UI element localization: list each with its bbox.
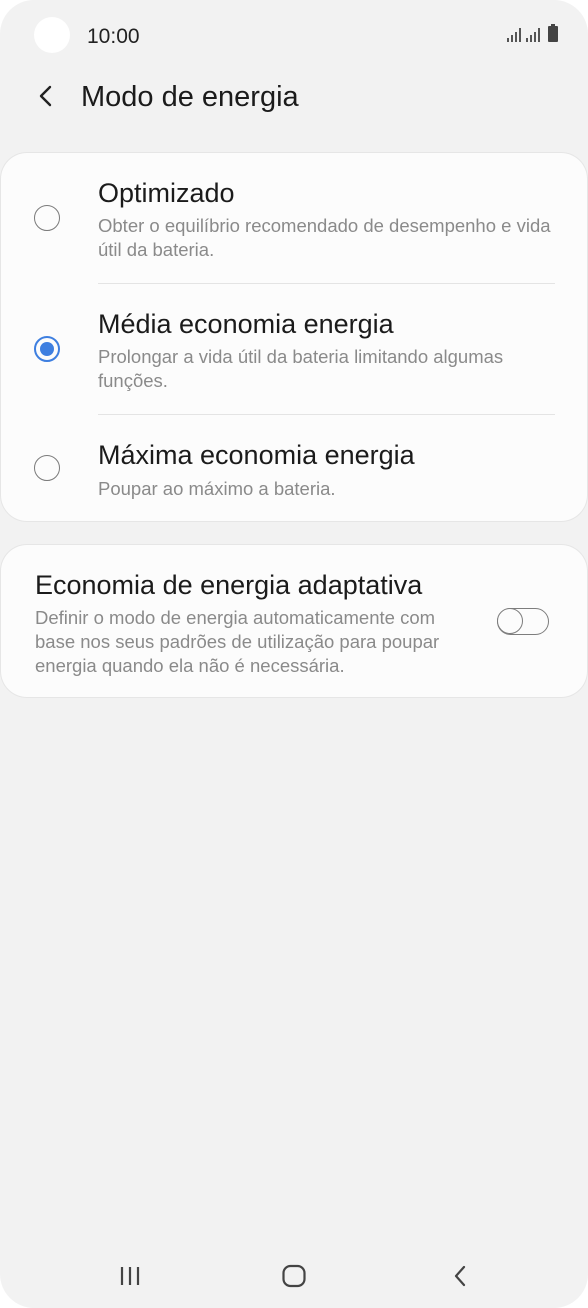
- radio-medium-saving[interactable]: [34, 336, 60, 362]
- battery-icon: [548, 24, 558, 42]
- option-medium-saving[interactable]: Média economia energia Prolongar a vida …: [1, 284, 587, 414]
- adaptive-title: Economia de energia adaptativa: [35, 570, 423, 600]
- power-mode-list: Optimizado Obter o equilíbrio recomendad…: [1, 153, 587, 521]
- page-title: Modo de energia: [81, 81, 299, 113]
- option-max-saving[interactable]: Máxima economia energia Poupar ao máximo…: [1, 415, 587, 521]
- option-description: Poupar ao máximo a bateria.: [98, 478, 336, 499]
- recents-icon: [120, 1267, 140, 1285]
- signal-icon: [526, 26, 540, 42]
- adaptive-description: Definir o modo de energia automaticament…: [35, 607, 440, 676]
- camera-cutout: [34, 17, 70, 53]
- adaptive-toggle[interactable]: [497, 608, 549, 635]
- option-description: Obter o equilíbrio recomendado de desemp…: [98, 215, 551, 260]
- toggle-knob: [497, 608, 523, 634]
- home-button[interactable]: [274, 1256, 314, 1296]
- status-icons: [507, 24, 558, 42]
- back-icon: [454, 1265, 466, 1287]
- chevron-left-icon: [39, 85, 52, 107]
- back-button[interactable]: [26, 76, 66, 116]
- adaptive-power-saving-row[interactable]: Economia de energia adaptativa Definir o…: [1, 545, 587, 697]
- option-description: Prolongar a vida útil da bateria limitan…: [98, 346, 504, 391]
- option-title: Optimizado: [98, 178, 235, 208]
- option-title: Máxima economia energia: [98, 440, 415, 470]
- signal-icon: [507, 26, 521, 42]
- recents-button[interactable]: [110, 1256, 150, 1296]
- radio-optimized[interactable]: [34, 205, 60, 231]
- screen: 10:00 Modo de energia Optimizado Obter o…: [0, 0, 588, 1308]
- radio-max-saving[interactable]: [34, 455, 60, 481]
- home-icon: [282, 1264, 306, 1288]
- nav-back-button[interactable]: [440, 1256, 480, 1296]
- status-time: 10:00: [87, 25, 140, 48]
- option-title: Média economia energia: [98, 309, 394, 339]
- option-optimized[interactable]: Optimizado Obter o equilíbrio recomendad…: [1, 153, 587, 283]
